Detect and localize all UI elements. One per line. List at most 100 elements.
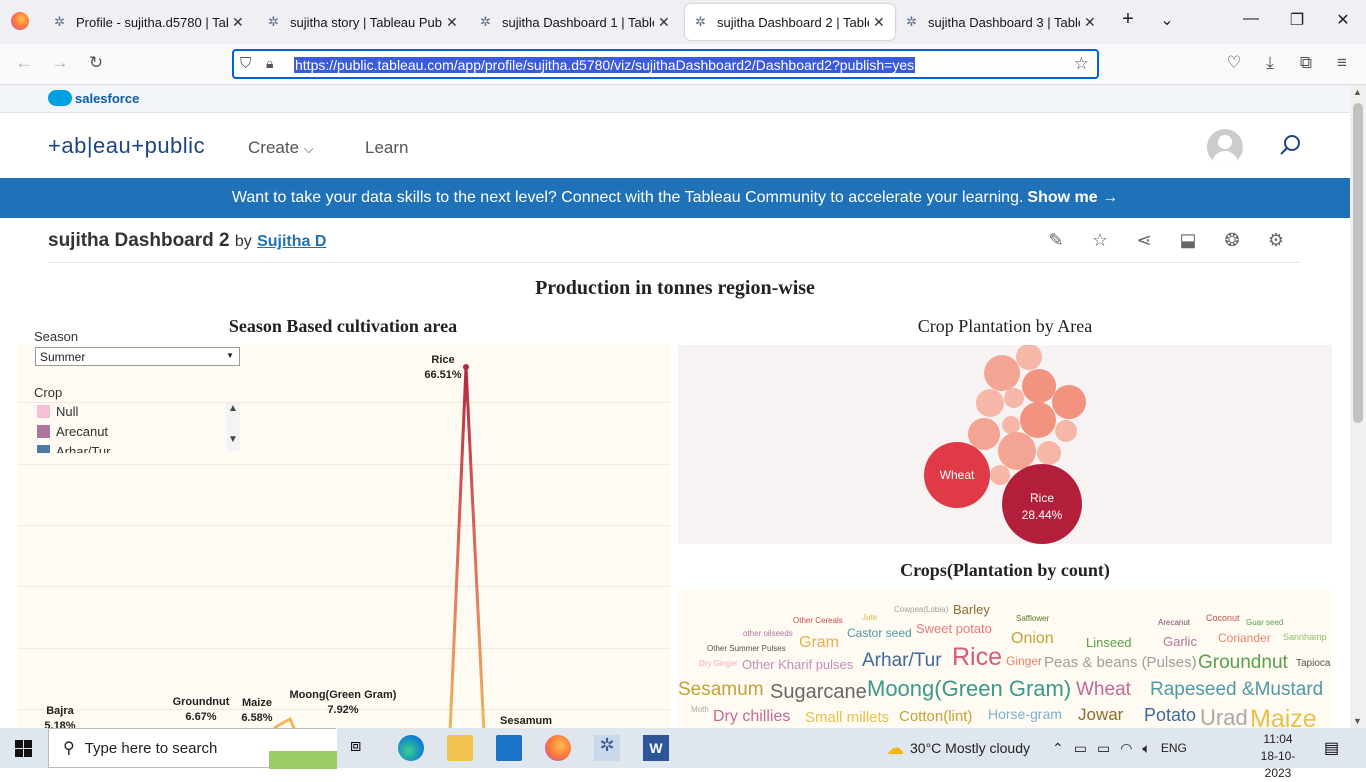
edge-icon[interactable]: [398, 735, 424, 761]
word: Tapioca: [1296, 658, 1331, 669]
salesforce-logo[interactable]: salesforce: [48, 90, 139, 106]
clock[interactable]: 11:04 18-10-2023: [1248, 731, 1308, 782]
tableau-icon: ✲: [54, 14, 65, 29]
search-icon[interactable]: [1278, 133, 1302, 157]
tab-story[interactable]: ✲ sujitha story | Tableau Public ✕: [258, 4, 470, 40]
word: Dry Ginger: [699, 659, 738, 668]
tab-dashboard-2[interactable]: ✲ sujitha Dashboard 2 | Tableau ✕: [685, 4, 895, 40]
back-icon[interactable]: ←: [12, 53, 36, 73]
download-icon[interactable]: ⤓: [1258, 53, 1282, 73]
mail-icon[interactable]: [496, 735, 522, 761]
word: Groundnut: [1198, 652, 1288, 673]
word: Moth: [691, 705, 709, 714]
nav-learn[interactable]: Learn: [365, 138, 408, 158]
tab-dashboard-1[interactable]: ✲ sujitha Dashboard 1 | Tableau ✕: [470, 4, 682, 40]
tableau-icon: ✲: [480, 14, 491, 29]
lock-icon[interactable]: 🔒︎: [266, 55, 273, 72]
season-dropdown[interactable]: Summer ▼: [35, 347, 240, 366]
avatar[interactable]: [1207, 129, 1243, 165]
url-text[interactable]: https://public.tableau.com/app/profile/s…: [294, 57, 916, 73]
share-icon[interactable]: ⋖: [1132, 230, 1156, 251]
tab-profile[interactable]: ✲ Profile - sujitha.d5780 | Tableau ✕: [44, 4, 256, 40]
bubble-chart-panel: Wheat Rice 28.44%: [678, 345, 1332, 544]
word-icon[interactable]: W: [643, 735, 669, 761]
tab-list-icon[interactable]: ⌄: [1152, 10, 1182, 30]
favorite-star-icon[interactable]: ☆: [1088, 230, 1112, 251]
firefox-icon[interactable]: [11, 12, 29, 30]
windows-start-icon[interactable]: [15, 740, 32, 757]
scroll-thumb[interactable]: [1353, 103, 1363, 423]
show-me-link[interactable]: Show me →: [1027, 189, 1118, 207]
tableau-public-logo[interactable]: +ab|eau+public: [48, 133, 205, 159]
word: Rice: [952, 643, 1003, 671]
close-icon[interactable]: ✕: [873, 14, 885, 31]
pocket-icon[interactable]: ♡: [1222, 53, 1246, 73]
word: Cotton(lint): [899, 708, 973, 725]
chevron-down-icon: ⌵: [303, 141, 314, 156]
close-icon[interactable]: ✕: [1084, 14, 1096, 31]
banner-text: Want to take your data skills to the nex…: [231, 189, 1024, 206]
bubble: [1055, 420, 1077, 442]
shield-icon[interactable]: ⛉: [240, 55, 251, 72]
scroll-up-icon[interactable]: ▲: [1353, 87, 1362, 97]
rice-series-line: [448, 366, 486, 728]
word: Maize: [1250, 705, 1317, 729]
legend-scrollbar[interactable]: ▲ ▼: [226, 403, 240, 451]
edit-icon[interactable]: ✎: [1044, 230, 1068, 251]
wifi-icon[interactable]: ◠: [1120, 740, 1132, 757]
scroll-down-icon[interactable]: ▼: [226, 434, 240, 445]
settings-gear-icon[interactable]: ⚙: [1264, 230, 1288, 251]
close-icon[interactable]: ✕: [658, 14, 670, 31]
download-viz-icon[interactable]: ⬓: [1176, 230, 1200, 251]
crop-legend: Null Arecanut Arhar/Tur: [35, 401, 240, 453]
bookmark-star-icon[interactable]: ☆: [1074, 54, 1089, 74]
window-close-icon[interactable]: ✕: [1328, 10, 1358, 30]
extensions-icon[interactable]: ⧉: [1294, 53, 1318, 73]
bubble-chart: [924, 345, 1086, 544]
maize-series-line: [273, 716, 296, 728]
meet-now-icon[interactable]: ▭: [1074, 740, 1087, 757]
tray-chevron-icon[interactable]: ⌃: [1052, 740, 1064, 757]
volume-icon[interactable]: 🔈︎: [1142, 740, 1150, 757]
taskbar-search[interactable]: ⚲ Type here to search: [48, 728, 337, 769]
word: Rapeseed &Mustard: [1150, 679, 1324, 700]
bubble: [968, 418, 1000, 450]
nav-create[interactable]: Create ⌵: [248, 138, 314, 158]
restore-icon[interactable]: ❐: [1282, 10, 1312, 30]
menu-icon[interactable]: ≡: [1330, 53, 1354, 73]
legend-item[interactable]: Null: [35, 401, 240, 421]
legend-item[interactable]: Arhar/Tur: [35, 441, 240, 453]
word: Castor seed: [847, 626, 912, 640]
word: Ginger: [1006, 654, 1043, 668]
reload-icon[interactable]: ↻: [84, 53, 108, 73]
tableau-taskbar-icon[interactable]: ✲: [594, 735, 620, 761]
close-icon[interactable]: ✕: [446, 14, 458, 31]
minimize-icon[interactable]: —: [1236, 10, 1266, 28]
legend-item[interactable]: Arecanut: [35, 421, 240, 441]
new-tab-icon[interactable]: +: [1113, 8, 1143, 31]
file-explorer-icon[interactable]: [447, 735, 473, 761]
word: Other Kharif pulses: [742, 657, 854, 672]
browser-nav-bar: ← → ↻ ⛉ 🔒︎ https://public.tableau.com/ap…: [0, 44, 1366, 85]
viz-title: sujitha Dashboard 2 by Sujitha D: [48, 230, 327, 251]
close-icon[interactable]: ✕: [232, 14, 244, 31]
bubble: [984, 355, 1020, 391]
notification-icon[interactable]: ▤: [1324, 738, 1339, 758]
salesforce-bar: salesforce: [0, 85, 1350, 113]
bubble: [998, 432, 1036, 470]
badge-icon[interactable]: ❂: [1220, 230, 1244, 251]
address-bar[interactable]: ⛉ 🔒︎ https://public.tableau.com/app/prof…: [232, 49, 1099, 79]
page-scrollbar[interactable]: ▲ ▼: [1350, 85, 1366, 728]
author-link[interactable]: Sujitha D: [257, 233, 326, 250]
word: Linseed: [1086, 635, 1132, 650]
community-banner: Want to take your data skills to the nex…: [0, 178, 1350, 218]
firefox-taskbar-icon[interactable]: [545, 735, 571, 761]
tab-dashboard-3[interactable]: ✲ sujitha Dashboard 3 | Tableau ✕: [896, 4, 1108, 40]
scroll-down-icon[interactable]: ▼: [1353, 716, 1362, 726]
task-view-icon[interactable]: ⧈: [350, 735, 376, 761]
battery-icon[interactable]: ▭: [1097, 740, 1110, 757]
word: Cowpea(Lobia): [894, 605, 949, 614]
forward-icon[interactable]: →: [48, 53, 72, 73]
scroll-up-icon[interactable]: ▲: [226, 403, 240, 414]
word: Garlic: [1163, 634, 1197, 649]
